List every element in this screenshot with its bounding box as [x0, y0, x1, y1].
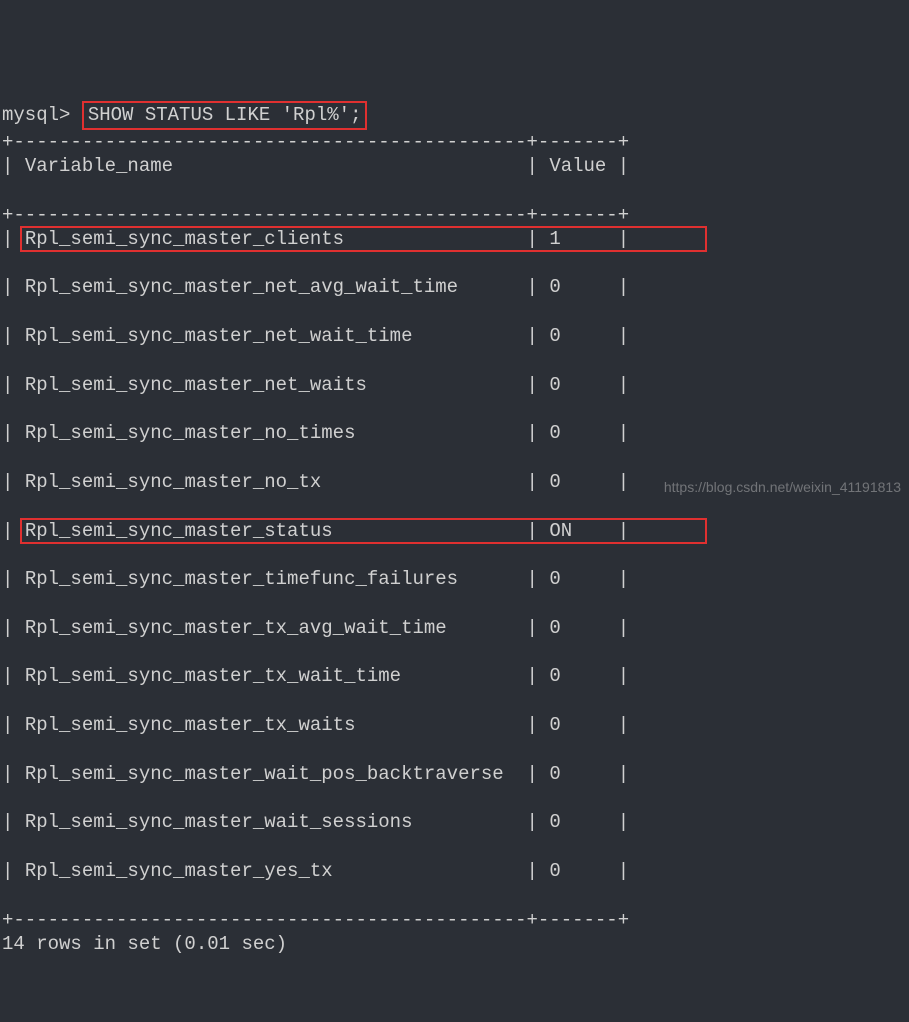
table-divider-top: +---------------------------------------…	[2, 131, 629, 153]
table-row: | Rpl_semi_sync_master_net_waits | 0 |	[2, 373, 907, 397]
table-header-row: | Variable_name | Value |	[2, 154, 907, 178]
row-variable: Rpl_semi_sync_master_yes_tx	[25, 860, 527, 882]
table-row: | Rpl_semi_sync_master_timefunc_failures…	[2, 567, 907, 591]
table-row: | Rpl_semi_sync_master_tx_wait_time | 0 …	[2, 664, 907, 688]
table-row: | Rpl_semi_sync_master_tx_waits | 0 |	[2, 713, 907, 737]
sql-command-box: SHOW STATUS LIKE 'Rpl%';	[82, 101, 368, 129]
row-variable: Rpl_semi_sync_master_tx_wait_time	[25, 665, 527, 687]
row-value: 1	[549, 228, 606, 250]
row-variable: Rpl_semi_sync_master_net_avg_wait_time	[25, 276, 527, 298]
table-row: | Rpl_semi_sync_master_wait_sessions | 0…	[2, 810, 907, 834]
row-value: 0	[549, 568, 606, 590]
header-value: Value	[549, 155, 606, 177]
mysql-prompt: mysql> SHOW STATUS LIKE 'Rpl%';	[2, 104, 367, 126]
row-value: 0	[549, 763, 606, 785]
row-variable: Rpl_semi_sync_master_net_wait_time	[25, 325, 527, 347]
watermark: https://blog.csdn.net/weixin_41191813	[664, 479, 901, 497]
row-variable: Rpl_semi_sync_master_net_waits	[25, 374, 527, 396]
result-footer: 14 rows in set (0.01 sec)	[2, 933, 287, 955]
row-variable: Rpl_semi_sync_master_tx_waits	[25, 714, 527, 736]
row-value: 0	[549, 325, 606, 347]
row-value: 0	[549, 471, 606, 493]
table-row: | Rpl_semi_sync_master_net_wait_time | 0…	[2, 324, 907, 348]
table-divider-bottom: +---------------------------------------…	[2, 909, 629, 931]
sql-command[interactable]: SHOW STATUS LIKE 'Rpl%';	[88, 104, 362, 126]
row-value: 0	[549, 714, 606, 736]
row-value: 0	[549, 860, 606, 882]
row-value: 0	[549, 422, 606, 444]
row-value: 0	[549, 811, 606, 833]
row-variable: Rpl_semi_sync_master_timefunc_failures	[25, 568, 527, 590]
row-variable: Rpl_semi_sync_master_wait_sessions	[25, 811, 527, 833]
table-divider-mid: +---------------------------------------…	[2, 204, 629, 226]
table-body: | Rpl_semi_sync_master_clients | 1 | | R…	[2, 227, 907, 908]
row-variable: Rpl_semi_sync_master_clients	[25, 228, 527, 250]
row-variable: Rpl_semi_sync_master_wait_pos_backtraver…	[25, 763, 527, 785]
table-row: | Rpl_semi_sync_master_clients | 1 |	[2, 227, 907, 251]
row-value: ON	[549, 520, 606, 542]
row-value: 0	[549, 276, 606, 298]
row-variable: Rpl_semi_sync_master_tx_avg_wait_time	[25, 617, 527, 639]
table-row: | Rpl_semi_sync_master_status | ON |	[2, 519, 907, 543]
table-row: | Rpl_semi_sync_master_yes_tx | 0 |	[2, 859, 907, 883]
table-row: | Rpl_semi_sync_master_tx_avg_wait_time …	[2, 616, 907, 640]
row-value: 0	[549, 665, 606, 687]
table-row: | Rpl_semi_sync_master_no_times | 0 |	[2, 421, 907, 445]
row-variable: Rpl_semi_sync_master_status	[25, 520, 527, 542]
table-row: | Rpl_semi_sync_master_net_avg_wait_time…	[2, 275, 907, 299]
row-variable: Rpl_semi_sync_master_no_times	[25, 422, 527, 444]
table-row: | Rpl_semi_sync_master_wait_pos_backtrav…	[2, 762, 907, 786]
header-variable: Variable_name	[25, 155, 173, 177]
row-value: 0	[549, 374, 606, 396]
row-variable: Rpl_semi_sync_master_no_tx	[25, 471, 527, 493]
row-value: 0	[549, 617, 606, 639]
